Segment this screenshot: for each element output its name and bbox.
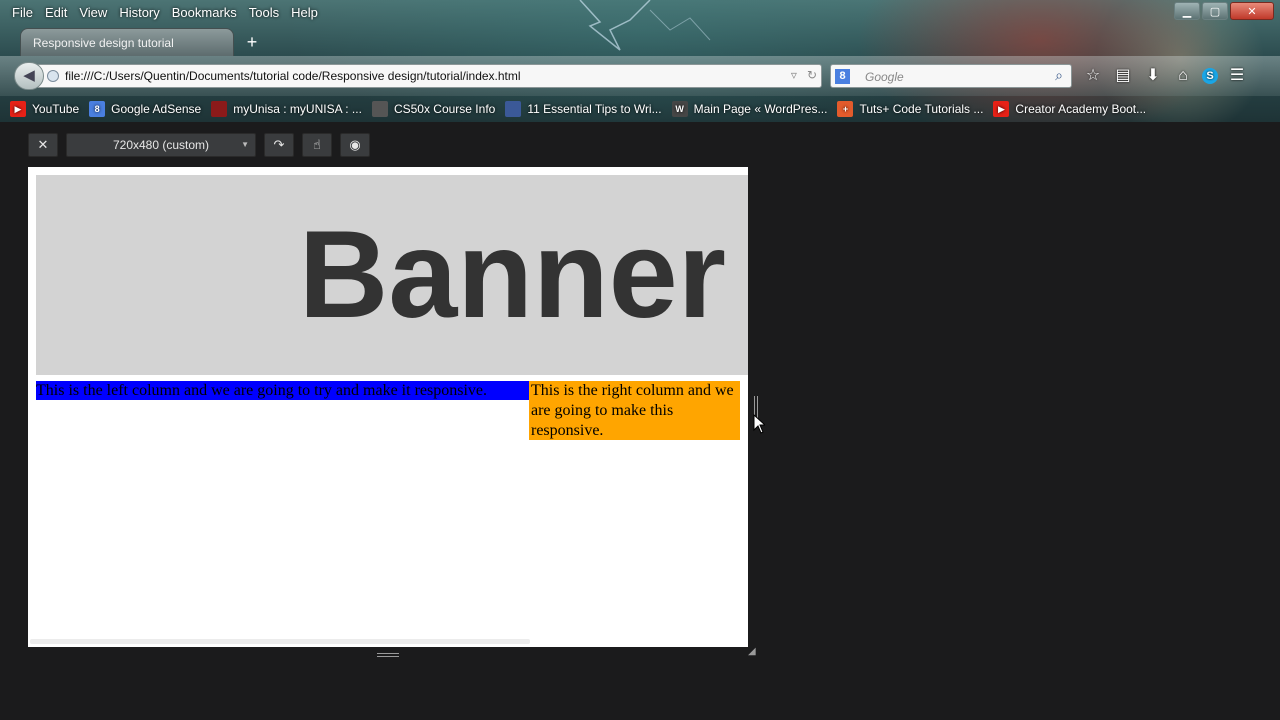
bookmark-label: Google AdSense — [111, 102, 202, 116]
banner: Banner — [36, 175, 748, 375]
menu-hamburger-icon[interactable]: ☰ — [1226, 64, 1248, 88]
menu-bookmarks[interactable]: Bookmarks — [166, 4, 243, 22]
search-icon[interactable]: ⌕ — [1055, 67, 1063, 84]
rotate-icon[interactable]: ↷ — [264, 133, 294, 157]
bookmark-item[interactable]: CS50x Course Info — [370, 100, 503, 118]
minimize-icon[interactable]: ▁ — [1174, 2, 1200, 20]
left-column: This is the left column and we are going… — [36, 381, 529, 400]
tab-responsive-design[interactable]: Responsive design tutorial — [20, 28, 234, 56]
bookmark-star-icon[interactable]: ☆ — [1082, 64, 1104, 88]
banner-title: Banner — [298, 206, 726, 344]
url-bar[interactable]: file:///C:/Users/Quentin/Documents/tutor… — [38, 64, 822, 88]
bookmark-item[interactable]: 8 Google AdSense — [87, 100, 209, 118]
menu-view[interactable]: View — [73, 4, 113, 22]
mouse-cursor-icon — [753, 414, 765, 434]
bookmark-label: 11 Essential Tips to Wri... — [527, 102, 662, 116]
google-icon[interactable]: 8 — [835, 69, 850, 84]
url-text: file:///C:/Users/Quentin/Documents/tutor… — [65, 69, 521, 83]
page-viewport: Banner This is the left column and we ar… — [28, 167, 748, 647]
new-tab-icon[interactable]: + — [242, 32, 262, 52]
creator-academy-icon: ▶ — [993, 101, 1010, 117]
bookmarks-toolbar: ▶ YouTube 8 Google AdSense myUnisa : myUNISA… — [8, 100, 1154, 118]
tuts-icon: + — [837, 101, 854, 117]
lightning-decoration — [579, 0, 711, 51]
bookmark-item[interactable]: W Main Page « WordPres... — [670, 100, 836, 118]
reading-list-icon[interactable]: ▤ — [1112, 64, 1134, 88]
close-responsive-icon[interactable]: ✕ — [28, 133, 58, 157]
responsive-design-toolbar: ✕ 720x480 (custom) ▼ ↷ ☝ ◉ — [28, 133, 370, 157]
globe-icon — [47, 70, 59, 82]
bookmark-item[interactable]: myUnisa : myUNISA : ... — [209, 100, 370, 118]
horizontal-scrollbar[interactable] — [30, 639, 530, 644]
skype-icon[interactable]: S — [1202, 68, 1218, 84]
menu-help[interactable]: Help — [285, 4, 324, 22]
home-icon[interactable]: ⌂ — [1172, 64, 1194, 88]
menu-edit[interactable]: Edit — [39, 4, 73, 22]
cs50-icon — [371, 101, 388, 117]
bookmark-label: Creator Academy Boot... — [1015, 102, 1147, 116]
viewport-size-label: 720x480 (custom) — [112, 138, 210, 152]
search-input[interactable]: 8 Google ⌕ — [830, 64, 1072, 88]
tab-title: Responsive design tutorial — [33, 36, 174, 50]
touch-events-icon[interactable]: ☝ — [302, 133, 332, 157]
bookmark-item[interactable]: ▶ Creator Academy Boot... — [991, 100, 1154, 118]
back-button[interactable]: ◀ — [14, 62, 44, 90]
adsense-icon: 8 — [89, 101, 106, 117]
bookmark-label: YouTube — [32, 102, 80, 116]
close-window-icon[interactable]: ✕ — [1230, 2, 1274, 20]
bookmark-label: myUnisa : myUNISA : ... — [233, 102, 362, 116]
toolbar-icons: ☆ ▤ ⬇ ⌂ S ☰ — [1082, 64, 1248, 88]
bookmark-item[interactable]: + Tuts+ Code Tutorials ... — [835, 100, 991, 118]
corner-resize-handle[interactable]: ◢ — [748, 647, 758, 657]
bookmark-label: Main Page « WordPres... — [693, 102, 828, 116]
back-arrow-icon: ◀ — [23, 67, 35, 84]
menu-bar: File Edit View History Bookmarks Tools H… — [6, 4, 324, 22]
search-placeholder: Google — [865, 70, 904, 84]
height-resize-handle[interactable] — [377, 653, 399, 657]
right-column: This is the right column and we are goin… — [529, 381, 740, 440]
download-icon[interactable]: ⬇ — [1142, 64, 1164, 88]
menu-file[interactable]: File — [6, 4, 39, 22]
screenshot-icon[interactable]: ◉ — [340, 133, 370, 157]
menu-tools[interactable]: Tools — [243, 4, 285, 22]
youtube-icon: ▶ — [10, 101, 26, 117]
unisa-icon — [211, 101, 228, 117]
wordpress-icon: W — [671, 101, 688, 117]
bookmark-item[interactable]: 11 Essential Tips to Wri... — [503, 100, 669, 118]
viewport-size-select[interactable]: 720x480 (custom) ▼ — [66, 133, 256, 157]
bookmark-item[interactable]: ▶ YouTube — [8, 100, 87, 118]
menu-history[interactable]: History — [113, 4, 165, 22]
browser-chrome: File Edit View History Bookmarks Tools H… — [0, 0, 1280, 122]
bookmark-label: CS50x Course Info — [393, 102, 496, 116]
reload-icon[interactable]: ↻ — [807, 68, 817, 82]
tips-icon — [505, 101, 522, 117]
url-actions: ▿ ↻ — [791, 68, 817, 82]
chevron-down-icon: ▼ — [241, 140, 249, 149]
maximize-icon[interactable]: ▢ — [1202, 2, 1228, 20]
bookmark-label: Tuts+ Code Tutorials ... — [859, 102, 984, 116]
window-controls: ▁ ▢ ✕ — [1174, 2, 1274, 20]
dropdown-arrow-icon[interactable]: ▿ — [791, 68, 797, 82]
